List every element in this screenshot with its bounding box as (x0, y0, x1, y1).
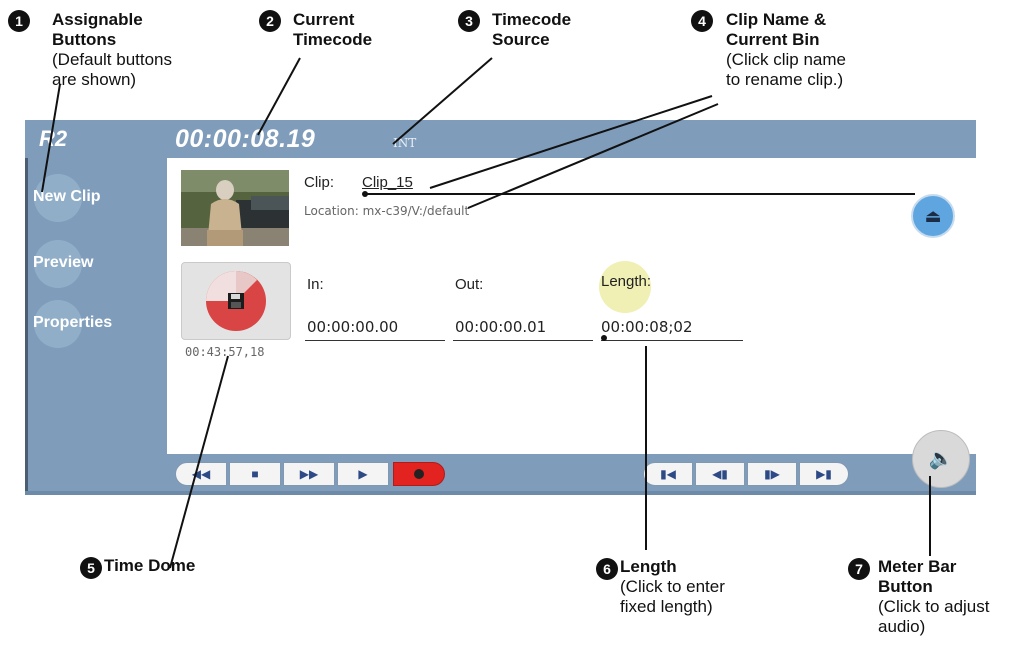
eject-icon: ⏏ (924, 206, 942, 226)
callout-number: 4 (691, 10, 713, 32)
assignable-buttons-sidebar: New Clip Preview Properties (25, 158, 167, 491)
new-clip-button[interactable]: New Clip (28, 172, 168, 224)
callout-subtitle: (Click clip name to rename clip.) (726, 50, 846, 89)
channel-name: R2 (39, 126, 68, 151)
recorder-window: R2 00:00:08.19 INT New Clip Preview Prop… (25, 120, 976, 497)
callout-number: 7 (848, 558, 870, 580)
title-bar: R2 00:00:08.19 INT (25, 120, 976, 158)
out-label: Out: (455, 276, 484, 293)
rewind-icon: ◀◀ (191, 467, 211, 481)
in-value[interactable]: 00:00:00.00 (307, 318, 398, 336)
sidebar-item-label: Preview (33, 254, 94, 271)
time-dome-value: 00:43:57,18 (185, 345, 265, 359)
step-back-button[interactable]: ◀▮ (695, 462, 745, 486)
record-button[interactable] (393, 462, 445, 486)
window-bottom-edge (25, 491, 976, 495)
length-value[interactable]: 00:00:08;02 (601, 318, 693, 336)
callout-title: Meter Bar Button (878, 557, 957, 596)
speaker-icon: 🔈 (928, 448, 954, 470)
step-forward-button[interactable]: ▮▶ (747, 462, 797, 486)
callout-number: 6 (596, 558, 618, 580)
callout-title: Clip Name & Current Bin (726, 10, 827, 49)
callout-title: Time Dome (104, 556, 196, 575)
time-dome[interactable] (181, 262, 291, 340)
go-to-start-button[interactable]: ▮◀ (643, 462, 693, 486)
callout-number: 1 (8, 10, 30, 32)
time-dome-graphic (206, 271, 266, 331)
eject-button[interactable]: ⏏ (911, 194, 955, 238)
length-field-underline (601, 340, 743, 341)
fast-forward-button[interactable]: ▶▶ (283, 462, 335, 486)
in-label: In: (307, 276, 324, 293)
callout-title: Assignable Buttons (52, 10, 143, 49)
step-forward-icon: ▮▶ (764, 467, 780, 481)
play-icon: ▶ (358, 467, 368, 481)
callout-number: 2 (259, 10, 281, 32)
in-field-underline (305, 340, 445, 341)
thumbnail-image (181, 170, 289, 246)
go-to-end-icon: ▶▮ (816, 467, 832, 481)
callout-title: Length (620, 557, 677, 576)
clip-panel: Clip: Clip_15 Location: mx-c39/V:/defaul… (167, 158, 976, 454)
record-icon (414, 469, 424, 479)
properties-button[interactable]: Properties (28, 298, 168, 350)
rewind-button[interactable]: ◀◀ (175, 462, 227, 486)
go-to-start-icon: ▮◀ (660, 467, 676, 481)
go-to-end-button[interactable]: ▶▮ (799, 462, 849, 486)
sidebar-item-label: New Clip (33, 188, 101, 205)
clip-label: Clip: (304, 174, 335, 191)
out-field-underline (453, 340, 593, 341)
clip-thumbnail (181, 170, 289, 246)
callout-number: 3 (458, 10, 480, 32)
play-button[interactable]: ▶ (337, 462, 389, 486)
callout-subtitle: (Default buttons are shown) (52, 50, 173, 89)
current-timecode: 00:00:08.19 (175, 125, 316, 153)
clip-location: Location: mx-c39/V:/default (304, 204, 470, 218)
timecode-source[interactable]: INT (393, 136, 416, 150)
step-back-icon: ◀▮ (712, 467, 728, 481)
clip-name[interactable]: Clip_15 (362, 174, 413, 191)
callout-title: Timecode Source (492, 10, 572, 49)
callout-number: 5 (80, 557, 102, 579)
floppy-disk-icon (228, 293, 244, 309)
stop-icon: ■ (251, 467, 259, 481)
callout-subtitle: (Click to adjust audio) (878, 597, 990, 636)
callout-subtitle: (Click to enter fixed length) (620, 577, 725, 616)
sidebar-item-label: Properties (33, 314, 113, 331)
stop-button[interactable]: ■ (229, 462, 281, 486)
out-value[interactable]: 00:00:00.01 (455, 318, 546, 336)
transport-bar: ◀◀ ■ ▶▶ ▶ ▮◀ ◀▮ ▮▶ ▶▮ 🔈 (167, 430, 976, 491)
fast-forward-icon: ▶▶ (299, 467, 319, 481)
meter-bar-button[interactable]: 🔈 (912, 430, 970, 488)
callout-title: Current Timecode (293, 10, 373, 49)
preview-button[interactable]: Preview (28, 238, 168, 290)
length-label: Length: (601, 273, 652, 290)
